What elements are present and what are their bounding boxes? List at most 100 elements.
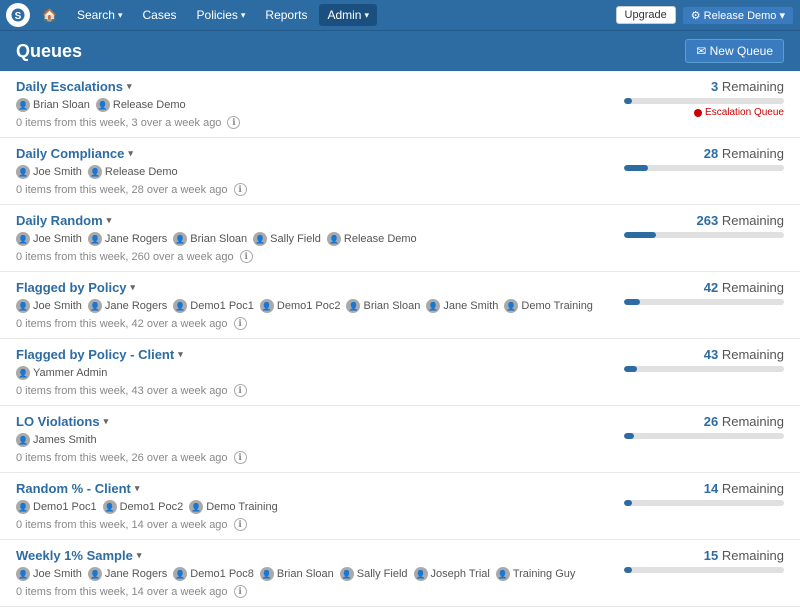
progress-bar-fill — [624, 165, 648, 171]
user-name: Demo1 Poc2 — [120, 501, 184, 513]
remaining-number: 43 — [704, 347, 718, 362]
user-badge: 👤 Brian Sloan — [173, 232, 247, 246]
user-icon: 👤 — [16, 299, 30, 313]
navbar: S 🏠 Search ▾ Cases Policies ▾ Reports Ad… — [0, 0, 800, 30]
info-icon[interactable]: ℹ — [234, 518, 247, 531]
caret-icon: ▾ — [178, 349, 183, 360]
queue-name-weekly-1pct-sample[interactable]: Weekly 1% Sample ▾ — [16, 548, 604, 563]
user-icon: 👤 — [173, 299, 187, 313]
info-icon[interactable]: ℹ — [234, 317, 247, 330]
user-name: Joe Smith — [33, 166, 82, 178]
queue-meta-text: 0 items from this week, 43 over a week a… — [16, 385, 228, 397]
user-icon: 👤 — [16, 500, 30, 514]
upgrade-button[interactable]: Upgrade — [616, 6, 676, 24]
progress-bar-fill — [624, 567, 632, 573]
user-icon: 👤 — [327, 232, 341, 246]
progress-bar — [624, 98, 784, 104]
remaining-count: 15 Remaining — [704, 548, 784, 563]
remaining-count: 43 Remaining — [704, 347, 784, 362]
queue-meta: 0 items from this week, 26 over a week a… — [16, 451, 604, 464]
queue-meta-text: 0 items from this week, 3 over a week ag… — [16, 117, 221, 129]
user-name: James Smith — [33, 434, 97, 446]
progress-bar — [624, 299, 784, 305]
release-demo-button[interactable]: ⚙ Release Demo ▾ — [682, 6, 794, 25]
nav-reports[interactable]: Reports — [257, 4, 315, 26]
queue-users: 👤 Joe Smith 👤 Jane Rogers 👤 Demo1 Poc1 👤… — [16, 299, 604, 313]
user-badge: 👤 Demo1 Poc8 — [173, 567, 254, 581]
queue-left: Random % - Client ▾ 👤 Demo1 Poc1 👤 Demo1… — [16, 481, 604, 531]
remaining-number: 26 — [704, 414, 718, 429]
info-icon[interactable]: ℹ — [234, 183, 247, 196]
nav-home[interactable]: 🏠 — [34, 4, 65, 26]
brand-logo[interactable]: S — [6, 3, 30, 27]
queue-meta-text: 0 items from this week, 14 over a week a… — [16, 586, 228, 598]
user-badge: 👤 Jane Smith — [426, 299, 498, 313]
queue-item-flagged-by-policy-client: Flagged by Policy - Client ▾ 👤 Yammer Ad… — [0, 339, 800, 406]
user-icon: 👤 — [16, 433, 30, 447]
new-queue-button[interactable]: ✉ New Queue — [685, 39, 784, 63]
queue-left: LO Violations ▾ 👤 James Smith 0 items fr… — [16, 414, 604, 464]
user-name: Joe Smith — [33, 568, 82, 580]
queue-right: 28 Remaining — [604, 146, 784, 171]
user-name: Sally Field — [357, 568, 408, 580]
user-badge: 👤 Joe Smith — [16, 232, 82, 246]
queue-item-weekly-1pct-sample: Weekly 1% Sample ▾ 👤 Joe Smith 👤 Jane Ro… — [0, 540, 800, 607]
user-icon: 👤 — [88, 165, 102, 179]
remaining-number: 14 — [704, 481, 718, 496]
remaining-count: 26 Remaining — [704, 414, 784, 429]
info-icon[interactable]: ℹ — [234, 384, 247, 397]
queue-item-flagged-by-policy: Flagged by Policy ▾ 👤 Joe Smith 👤 Jane R… — [0, 272, 800, 339]
queue-left: Flagged by Policy ▾ 👤 Joe Smith 👤 Jane R… — [16, 280, 604, 330]
queue-meta: 0 items from this week, 43 over a week a… — [16, 384, 604, 397]
user-icon: 👤 — [173, 232, 187, 246]
user-icon: 👤 — [173, 567, 187, 581]
user-icon: 👤 — [340, 567, 354, 581]
queue-item-daily-random: Daily Random ▾ 👤 Joe Smith 👤 Jane Rogers… — [0, 205, 800, 272]
info-icon[interactable]: ℹ — [234, 585, 247, 598]
queue-name-daily-escalations[interactable]: Daily Escalations ▾ — [16, 79, 604, 94]
queue-name-lo-violations[interactable]: LO Violations ▾ — [16, 414, 604, 429]
user-badge: 👤 Demo Training — [504, 299, 593, 313]
user-badge: 👤 Sally Field — [340, 567, 408, 581]
progress-bar-fill — [624, 500, 632, 506]
queue-meta: 0 items from this week, 14 over a week a… — [16, 518, 604, 531]
user-name: Sally Field — [270, 233, 321, 245]
user-badge: 👤 Release Demo — [88, 165, 178, 179]
nav-cases[interactable]: Cases — [135, 4, 185, 26]
queue-name-daily-random[interactable]: Daily Random ▾ — [16, 213, 604, 228]
user-name: Release Demo — [105, 166, 178, 178]
page-header: Queues ✉ New Queue — [0, 30, 800, 71]
user-name: Demo1 Poc8 — [190, 568, 254, 580]
caret-icon: ▾ — [137, 550, 142, 561]
info-icon[interactable]: ℹ — [234, 451, 247, 464]
user-icon: 👤 — [88, 232, 102, 246]
queue-name-flagged-by-policy-client[interactable]: Flagged by Policy - Client ▾ — [16, 347, 604, 362]
queue-right: 43 Remaining — [604, 347, 784, 372]
queue-meta: 0 items from this week, 3 over a week ag… — [16, 116, 604, 129]
queue-name-random-pct-client[interactable]: Random % - Client ▾ — [16, 481, 604, 496]
queues-list: Daily Escalations ▾ 👤 Brian Sloan 👤 Rele… — [0, 71, 800, 611]
nav-policies[interactable]: Policies ▾ — [189, 4, 254, 26]
queue-name-daily-compliance[interactable]: Daily Compliance ▾ — [16, 146, 604, 161]
queue-name-flagged-by-policy[interactable]: Flagged by Policy ▾ — [16, 280, 604, 295]
progress-bar — [624, 500, 784, 506]
escalation-badge: Escalation Queue — [694, 107, 784, 118]
remaining-number: 42 — [704, 280, 718, 295]
remaining-count: 28 Remaining — [704, 146, 784, 161]
progress-bar — [624, 165, 784, 171]
info-icon[interactable]: ℹ — [227, 116, 240, 129]
user-icon: 👤 — [260, 567, 274, 581]
user-name: Brian Sloan — [190, 233, 247, 245]
user-name: Demo1 Poc1 — [33, 501, 97, 513]
user-badge: 👤 Release Demo — [96, 98, 186, 112]
queue-users: 👤 Brian Sloan 👤 Release Demo — [16, 98, 604, 112]
nav-admin[interactable]: Admin ▾ — [319, 4, 377, 26]
progress-bar — [624, 366, 784, 372]
caret-icon: ▾ — [104, 416, 109, 427]
progress-bar-fill — [624, 366, 637, 372]
user-badge: 👤 Demo1 Poc2 — [103, 500, 184, 514]
progress-bar — [624, 433, 784, 439]
user-badge: 👤 Jane Rogers — [88, 299, 167, 313]
nav-search[interactable]: Search ▾ — [69, 4, 131, 26]
info-icon[interactable]: ℹ — [240, 250, 253, 263]
